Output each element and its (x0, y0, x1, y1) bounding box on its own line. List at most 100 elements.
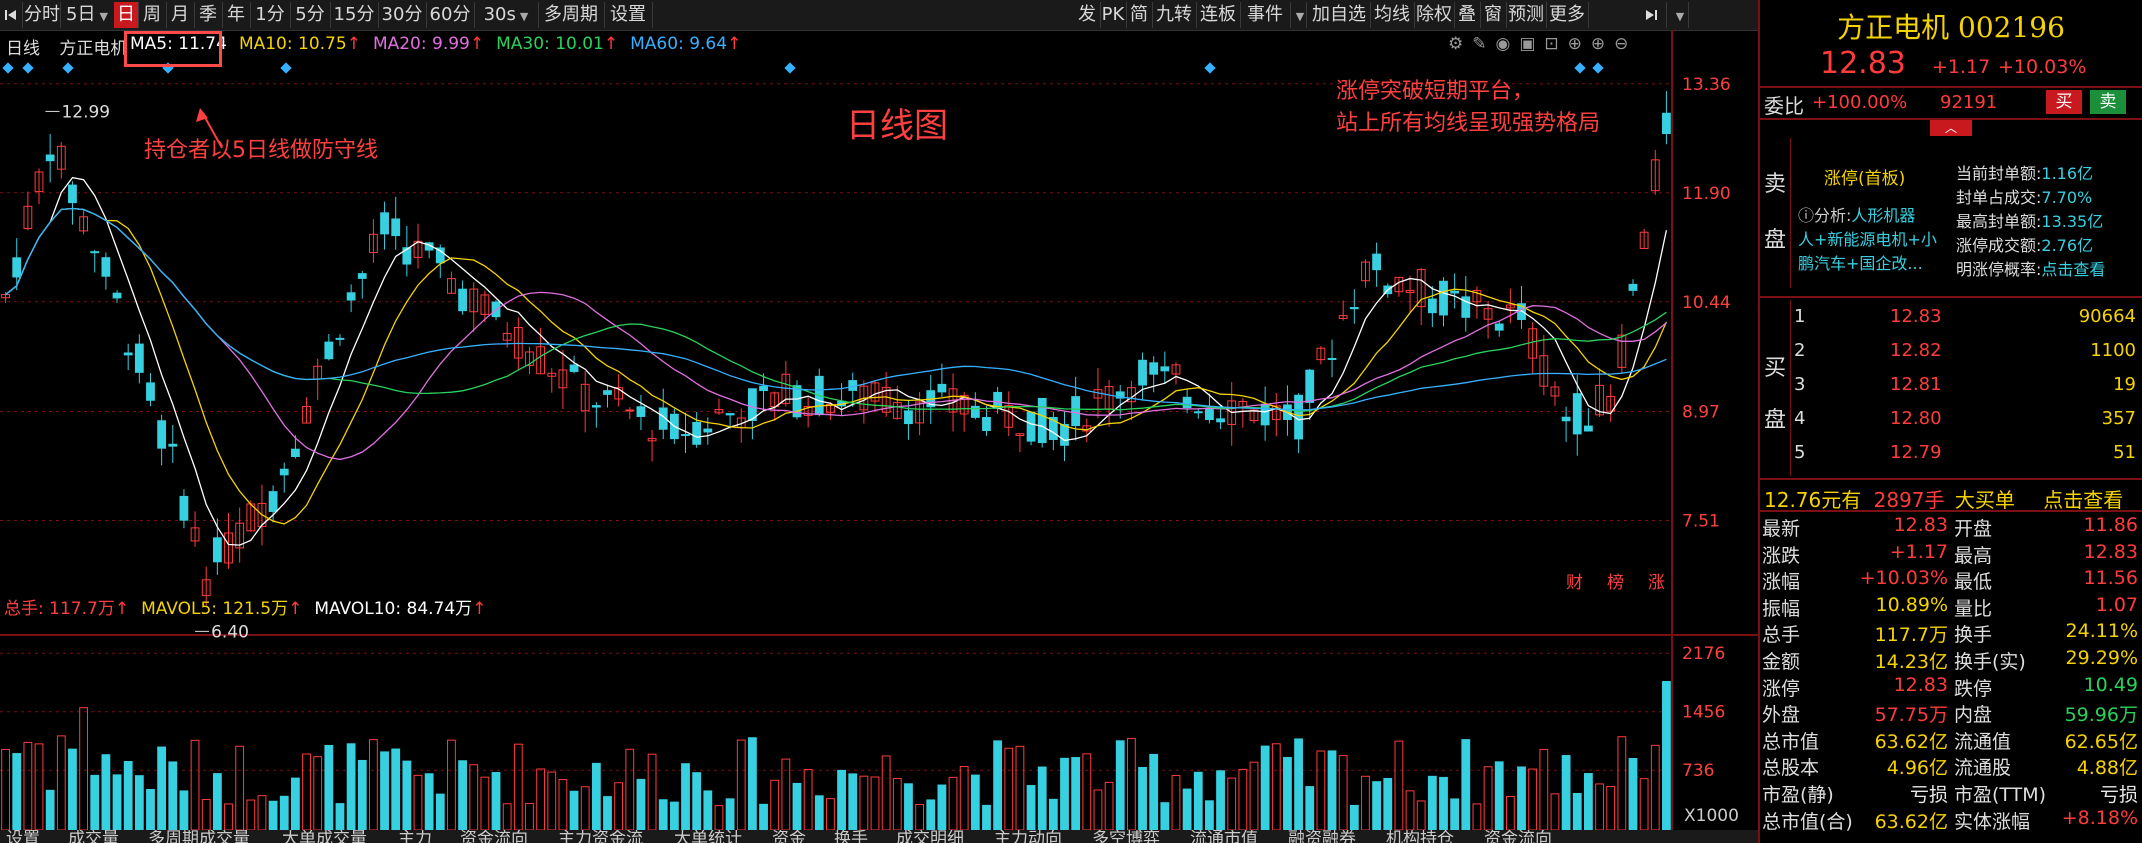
seal-stat-row: 当前封单额:1.16亿 (1956, 164, 2094, 183)
volume-bar (346, 743, 356, 830)
bid-row[interactable]: 4 12.80 357 (1794, 408, 2140, 442)
bottom-tab-12[interactable]: 多空博弈 (1092, 830, 1160, 843)
bottom-tab-8[interactable]: 资金 (772, 830, 806, 843)
candle-body (402, 247, 412, 265)
toolbar-right-11[interactable]: 预测 (1506, 2, 1547, 28)
bottom-tab-2[interactable]: 多周期成交量 (148, 830, 250, 843)
toolbar-right-12[interactable]: 更多 (1546, 2, 1589, 28)
toolbar-expand-chevron-icon[interactable]: ▼ (1668, 2, 1689, 28)
event-marker (22, 62, 34, 74)
period-tab-10[interactable]: 30分 (378, 2, 427, 28)
period-tab-11[interactable]: 60分 (426, 2, 475, 28)
bid-row[interactable]: 3 12.81 19 (1794, 374, 2140, 408)
analysis-block[interactable]: ⓘ分析:人形机器 人+新能源电机+小 鹏汽车+国企改... (1798, 204, 1958, 276)
period-tab-13[interactable]: 多周期 (538, 2, 605, 28)
toolbar-right-5[interactable]: 事件 (1240, 2, 1291, 28)
volume-bar (90, 774, 100, 830)
ma-legend-ma10: MA10: 10.75↑ (238, 34, 361, 54)
bid-row[interactable]: 1 12.83 90664 (1794, 306, 2140, 340)
volume-bar (870, 776, 880, 830)
toolbar-right-8[interactable]: 除权 (1414, 2, 1455, 28)
period-tab-14[interactable]: 设置 (604, 2, 653, 28)
bottom-tab-4[interactable]: 主力 (398, 830, 432, 843)
period-tab-0[interactable]: 分时 (24, 2, 61, 28)
bottom-tab-6[interactable]: 主力资金流 (558, 830, 643, 843)
toolbar-right-7[interactable]: 均线 (1370, 2, 1415, 28)
volume-bar (1227, 777, 1237, 830)
collapse-chevron-icon[interactable]: ︿ (1930, 120, 1972, 136)
toolbar-right-9[interactable]: 叠 (1454, 2, 1481, 28)
period-tab-4[interactable]: 月 (166, 2, 195, 28)
volume-bar (235, 745, 245, 830)
settings-gear-icon[interactable]: ⚙ (1448, 34, 1472, 54)
bottom-tab-10[interactable]: 成交明细 (896, 830, 964, 843)
toolbar-right-0[interactable]: 发 (1074, 2, 1101, 28)
volume-bar (1416, 800, 1426, 830)
toolbar-right-6[interactable]: 加自选 (1308, 2, 1371, 28)
toolbar-right-4[interactable]: 连板 (1196, 2, 1241, 28)
volume-bar (1349, 804, 1359, 830)
period-tab-12[interactable]: 30s ▼ (474, 2, 539, 28)
period-tab-5[interactable]: 季 (194, 2, 223, 28)
volume-bar (1450, 798, 1460, 830)
candle-body (1160, 366, 1170, 372)
volume-bar (1327, 750, 1337, 830)
zoom-out-icon[interactable]: ⊖ (1614, 34, 1637, 54)
stats-row: 涨幅 +10.03% 最低 11.56 (1762, 567, 2138, 594)
period-tab-1[interactable]: 5日 ▼ (60, 2, 115, 28)
bottom-tab-13[interactable]: 流通市值 (1190, 830, 1258, 843)
event-dropdown-icon[interactable]: ▼ (1290, 2, 1307, 28)
volume-tick-label: 2176 (1682, 644, 1725, 664)
period-tab-2[interactable]: 日 (114, 2, 139, 28)
volume-bar (937, 784, 947, 830)
volume-bar (413, 774, 423, 830)
volume-bar (1650, 744, 1660, 830)
buy-button[interactable]: 买 (2046, 90, 2082, 114)
big-order-link: 点击查看 (2043, 488, 2124, 512)
play-back-icon[interactable] (0, 2, 23, 28)
bottom-tab-11[interactable]: 主力动向 (994, 830, 1062, 843)
bid-row[interactable]: 2 12.82 1100 (1794, 340, 2140, 374)
corner-tag-0[interactable]: 财 (1566, 573, 1583, 593)
sell-button[interactable]: 卖 (2090, 90, 2126, 114)
volume-bar (1572, 792, 1582, 830)
brush-icon[interactable]: ✎ (1472, 34, 1495, 54)
bottom-tab-1[interactable]: 成交量 (68, 830, 119, 843)
toolbar-right-10[interactable]: 窗 (1480, 2, 1507, 28)
pin-icon[interactable]: ⊕ (1568, 34, 1591, 54)
bottom-tab-15[interactable]: 机构持仓 (1386, 830, 1454, 843)
bottom-tab-16[interactable]: 资金流向 (1484, 830, 1552, 843)
lock-icon[interactable]: ⊡ (1544, 34, 1567, 54)
toolbar-right-1[interactable]: PK (1100, 2, 1127, 28)
period-tab-3[interactable]: 周 (138, 2, 167, 28)
candle-body (1572, 393, 1582, 435)
bottom-tab-5[interactable]: 资金流向 (460, 830, 528, 843)
corner-tag-1[interactable]: 榜 (1607, 573, 1624, 593)
volume-bar (1505, 796, 1515, 830)
bid-row[interactable]: 5 12.79 51 (1794, 442, 2140, 476)
period-tab-7[interactable]: 1分 (250, 2, 291, 28)
corner-tag-2[interactable]: 涨 (1648, 573, 1665, 593)
candle-body (12, 257, 22, 278)
bottom-tab-0[interactable]: 设置 (6, 830, 40, 843)
volume-bar (224, 803, 233, 830)
period-tab-9[interactable]: 15分 (330, 2, 379, 28)
seal-stats: 当前封单额:1.16亿 封单占成交:7.70% 最高封单额:13.35亿 涨停成交额:… (1956, 162, 2105, 282)
candle-body (636, 406, 646, 417)
play-forward-icon[interactable] (1636, 2, 1667, 28)
big-order-row[interactable]: 12.76元有 2897手 大买单 点击查看 (1764, 484, 2123, 513)
volume-bar (1472, 803, 1482, 830)
zoom-in-icon[interactable]: ⊕ (1591, 34, 1614, 54)
period-tab-8[interactable]: 5分 (290, 2, 331, 28)
vol-legend-0: 总手: 117.7万↑ (4, 599, 130, 619)
gift-icon[interactable]: ▣ (1519, 34, 1544, 54)
eye-icon[interactable]: ◉ (1496, 34, 1520, 54)
toolbar-right-3[interactable]: 九转 (1152, 2, 1197, 28)
toolbar-right-2[interactable]: 简 (1126, 2, 1153, 28)
bottom-tab-9[interactable]: 换手 (834, 830, 868, 843)
volume-bar (826, 798, 835, 830)
bottom-tab-3[interactable]: 大单成交量 (282, 830, 367, 843)
bottom-tab-7[interactable]: 大单统计 (674, 830, 742, 843)
bottom-tab-14[interactable]: 融资融券 (1288, 830, 1356, 843)
period-tab-6[interactable]: 年 (222, 2, 251, 28)
